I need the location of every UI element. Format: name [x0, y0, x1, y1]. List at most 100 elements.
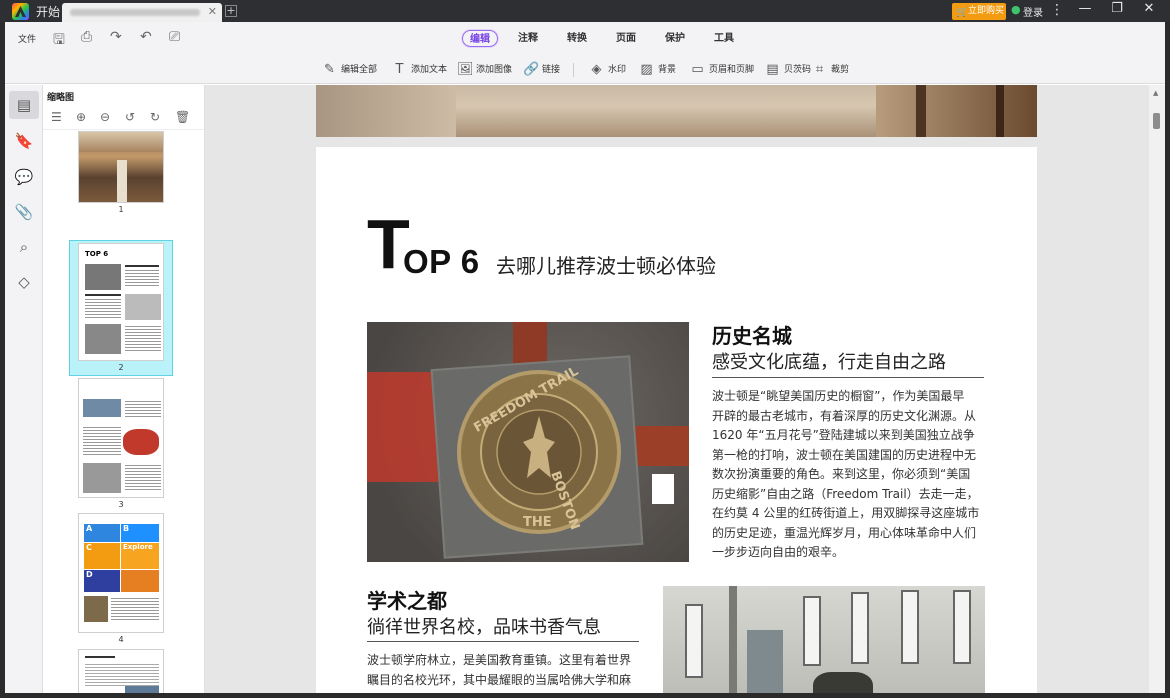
thumb3-photo-1 [83, 399, 121, 417]
close-tab-icon[interactable]: ✕ [208, 5, 217, 18]
photo-chair-leg [996, 85, 1004, 137]
thumb-aisle [117, 160, 127, 202]
thumbnail-page-1[interactable] [78, 131, 164, 203]
bookmark-icon[interactable]: 🔖 [9, 127, 39, 155]
file-menu[interactable]: 文件 [18, 32, 36, 45]
photo-floor-right [876, 85, 1037, 137]
thumb2-text-lines [125, 326, 161, 352]
section-1-subheading: 感受文化底蕴，行走自由之路 [712, 352, 946, 373]
freedom-trail-seal-icon: FREEDOM TRAIL BOSTON THE [457, 368, 621, 534]
thumbnail-page-5[interactable] [78, 649, 164, 693]
crop-icon: ⌗ [815, 62, 824, 77]
watermark-button[interactable]: ◈ 水印 [589, 62, 627, 78]
text-line: 历史缩影”自由之路（Freedom Trail）去走一走， [712, 486, 979, 501]
link-icon: 🔗 [523, 62, 540, 77]
document-tab[interactable]: ✕ [62, 3, 222, 22]
tab-protect[interactable]: 保护 [665, 30, 685, 47]
comment-icon[interactable]: 💬 [9, 163, 39, 191]
thumb2-text [85, 294, 121, 296]
tab-tools[interactable]: 工具 [714, 30, 734, 47]
edit-all-label: 编辑全部 [341, 65, 378, 75]
text-line: 的历史足迹，重温光辉岁月，用心体味革命中人们 [712, 525, 977, 540]
add-text-label: 添加文本 [411, 65, 448, 75]
background-label: 背景 [658, 65, 677, 75]
login-button[interactable]: ● 登录 [1011, 3, 1043, 19]
thumb2-title: TOP 6 [85, 250, 109, 258]
section-1-rule [712, 377, 984, 378]
rotate-right-icon[interactable]: ↻ [150, 110, 160, 124]
thumb3-photo-3 [83, 463, 121, 493]
section-2-heading: 学术之都 [367, 589, 447, 613]
attachment-icon[interactable]: 📎 [9, 198, 39, 226]
toolbar-divider [573, 63, 574, 77]
scan-icon[interactable]: ⎚ [169, 29, 180, 45]
crop-button[interactable]: ⌗ 裁剪 [812, 62, 849, 78]
tab-page[interactable]: 页面 [616, 30, 636, 47]
maximize-icon[interactable]: ❐ [1107, 1, 1127, 16]
cart-icon: 🛒 [956, 7, 969, 18]
header-footer-button[interactable]: ▭ 页眉和页脚 [690, 62, 754, 78]
close-window-icon[interactable]: ✕ [1139, 1, 1159, 16]
thumbnail-page-number: 3 [118, 500, 124, 509]
buy-now-button[interactable]: 🛒 立即购买 [952, 3, 1006, 20]
thumbnail-panel-title: 缩略图 [47, 93, 75, 103]
add-image-button[interactable]: 🖼 添加图像 [457, 62, 512, 78]
photo-chair-leg [916, 85, 926, 137]
thumbnail-page-number: 2 [118, 363, 124, 372]
text-line: 数次扮演重要的角色。来到这里，你必须到“美国 [712, 467, 971, 481]
thumbnail-page-3[interactable] [78, 378, 164, 498]
scrollbar-thumb[interactable] [1153, 113, 1160, 129]
search-icon[interactable]: ⌕ [9, 233, 39, 261]
photo-window [851, 592, 869, 664]
page-title: 去哪儿推荐波士顿必体验 [496, 254, 716, 278]
layers-icon[interactable]: ◇ [9, 268, 39, 296]
section-1-body: 波士顿是“眺望美国历史的橱窗”，作为美国最早 开辟的最古老城市，有着深厚的历史文… [712, 387, 992, 563]
photo-floor-left [316, 85, 456, 137]
photo-statue [813, 672, 873, 693]
text-line: 波士顿学府林立，是美国教育重镇。这里有着世界 [367, 653, 632, 667]
minimize-icon[interactable]: — [1075, 1, 1095, 16]
photo-column [747, 630, 783, 693]
thumb5-photo [125, 686, 159, 693]
delete-page-icon[interactable]: 🗑 [175, 110, 190, 124]
section-2-subheading: 徜徉世界名校，品味书香气息 [367, 617, 601, 638]
text-line: 波士顿是“眺望美国历史的橱窗”，作为美国最早 [712, 389, 965, 403]
thumbnail-page-2[interactable]: TOP 6 [78, 243, 164, 361]
tab-convert[interactable]: 转换 [567, 30, 587, 47]
vertical-scrollbar[interactable]: ▲ [1149, 85, 1165, 693]
new-tab-button[interactable]: + [225, 5, 237, 17]
photo-bricks-right [629, 426, 689, 466]
sidebar-rail: ▤ 🔖 💬 📎 ⌕ ◇ [5, 85, 43, 693]
thumbnail-page-4[interactable]: A B C Explore D [78, 513, 164, 633]
tab-edit[interactable]: 编辑 [462, 30, 498, 47]
add-text-button[interactable]: T 添加文本 [392, 62, 448, 78]
zoom-out-icon[interactable]: ⊖ [100, 110, 110, 124]
text-line: 在约莫 4 公里的红砖街道上，用双脚探寻这座城市 [712, 506, 980, 520]
list-view-icon[interactable]: ☰ [51, 110, 62, 124]
app-logo-icon [12, 3, 29, 20]
undo-icon[interactable]: ↶ [140, 29, 152, 45]
print-icon[interactable]: ⎙ [81, 29, 92, 45]
thumb2-photo-3 [85, 324, 121, 354]
link-button[interactable]: 🔗 链接 [523, 62, 560, 78]
photo-window [953, 590, 971, 664]
text-line: 开辟的最古老城市，有着深厚的历史文化渊源。从 [712, 408, 977, 423]
text-line: 一步步迈向自由的艰辛。 [712, 545, 845, 559]
edit-all-button[interactable]: ✎ 编辑全部 [322, 62, 377, 78]
bates-button[interactable]: ▤ 贝茨码 [765, 62, 811, 78]
background-button[interactable]: ▨ 背景 [639, 62, 676, 78]
thumb4-text-lines [111, 598, 159, 622]
more-options-icon[interactable]: ⋮ [1050, 2, 1064, 18]
thumbnails-panel-icon[interactable]: ▤ [9, 91, 39, 119]
home-tab[interactable]: 开始 [36, 3, 60, 20]
thumb-ceiling [79, 132, 163, 152]
tab-annotate[interactable]: 注释 [518, 30, 538, 47]
save-icon[interactable]: 🖫 [53, 29, 65, 53]
zoom-in-icon[interactable]: ⊕ [76, 110, 86, 124]
document-viewer[interactable]: T OP 6 去哪儿推荐波士顿必体验 FREEDOM TRAIL BOSTON [205, 85, 1149, 693]
pdf-page[interactable]: T OP 6 去哪儿推荐波士顿必体验 FREEDOM TRAIL BOSTON [316, 147, 1037, 693]
redo-icon[interactable]: ↷ [110, 29, 122, 45]
rotate-left-icon[interactable]: ↺ [125, 110, 135, 124]
scroll-up-icon[interactable]: ▲ [1153, 89, 1158, 97]
add-image-label: 添加图像 [476, 65, 513, 75]
